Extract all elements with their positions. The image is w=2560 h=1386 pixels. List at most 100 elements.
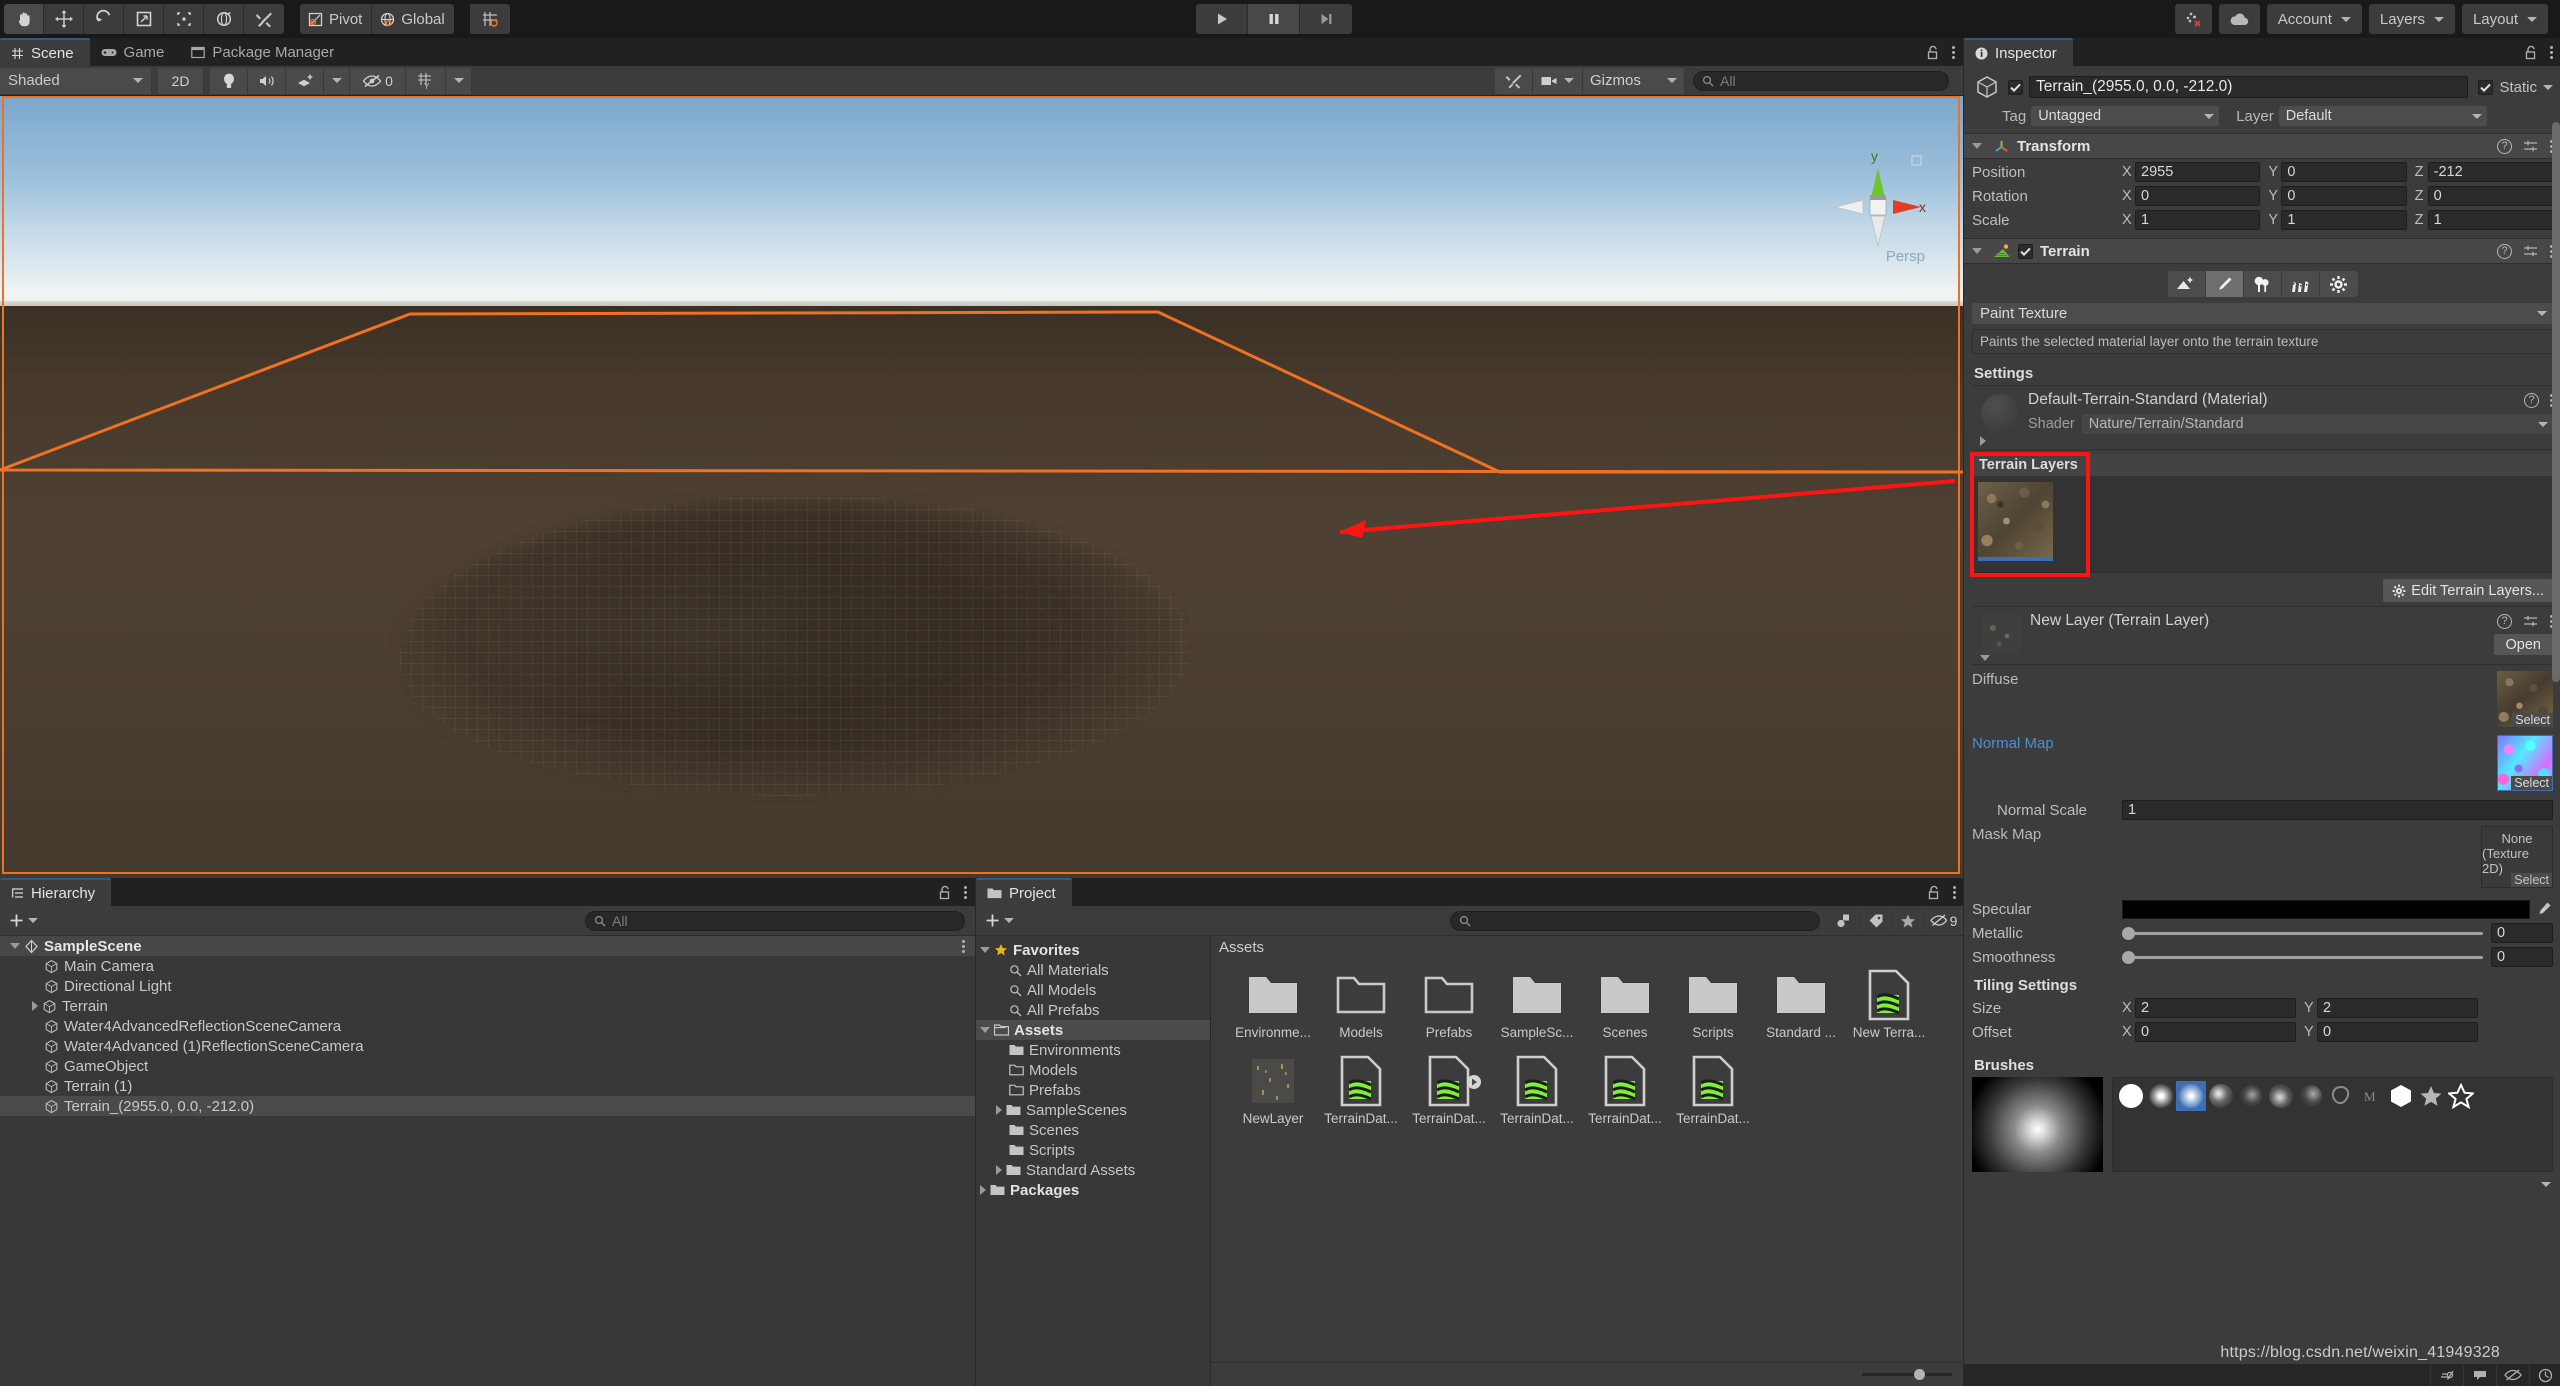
hierarchy-item-row[interactable]: Terrain bbox=[0, 996, 975, 1016]
hierarchy-item-row[interactable]: Water4AdvancedReflectionSceneCamera bbox=[0, 1016, 975, 1036]
scale-tool-icon[interactable] bbox=[124, 4, 164, 34]
rotate-tool-icon[interactable] bbox=[84, 4, 124, 34]
layers-button[interactable]: Layers bbox=[2368, 4, 2455, 34]
brush-option[interactable] bbox=[2326, 1081, 2356, 1111]
project-hidden-toggle[interactable]: 9 bbox=[1924, 909, 1964, 932]
project-add-button[interactable] bbox=[984, 912, 1014, 929]
terrain-component-header[interactable]: Terrain ? bbox=[1964, 238, 2560, 264]
asset-grid-item[interactable]: Models bbox=[1329, 968, 1393, 1040]
transform-z-input[interactable]: -212 bbox=[2427, 162, 2553, 182]
asset-grid-item[interactable]: Scenes bbox=[1593, 968, 1657, 1040]
tab-game[interactable]: Game bbox=[90, 38, 181, 66]
pivot-button[interactable]: Pivot bbox=[300, 4, 373, 34]
scene-grid-dropdown[interactable] bbox=[446, 67, 472, 94]
brush-option[interactable] bbox=[2206, 1081, 2236, 1111]
metallic-value-input[interactable]: 0 bbox=[2491, 923, 2553, 943]
asset-grid-item[interactable]: TerrainDat... bbox=[1500, 1054, 1574, 1126]
error-pause-icon[interactable] bbox=[2496, 1364, 2528, 1386]
inspector-panel-menu-icon[interactable] bbox=[2550, 45, 2553, 59]
preset-icon[interactable] bbox=[2523, 244, 2539, 259]
game-object-enabled-checkbox[interactable] bbox=[2008, 79, 2023, 95]
normal-scale-input[interactable]: 1 bbox=[2122, 800, 2553, 820]
collapse-triangle-icon[interactable] bbox=[1972, 143, 1982, 149]
hierarchy-panel-menu-icon[interactable] bbox=[964, 885, 967, 899]
project-tree-row[interactable]: All Materials bbox=[976, 960, 1210, 980]
asset-grid-item[interactable]: SampleSc... bbox=[1501, 968, 1573, 1040]
lock-open-icon[interactable] bbox=[2525, 45, 2538, 60]
eyedropper-icon[interactable] bbox=[2535, 900, 2553, 918]
project-tree-row[interactable]: All Prefabs bbox=[976, 1000, 1210, 1020]
thumbnail-size-slider[interactable] bbox=[1862, 1369, 1952, 1380]
project-tree-row[interactable]: Favorites bbox=[976, 940, 1210, 960]
pause-button[interactable] bbox=[1248, 4, 1300, 34]
terrain-settings-icon[interactable] bbox=[2319, 271, 2358, 297]
static-checkbox[interactable] bbox=[2478, 79, 2494, 95]
project-assets-area[interactable]: Assets Environme... Models Prefabs SampleSc… bbox=[1211, 936, 1964, 1386]
mask-select-label[interactable]: Select bbox=[2511, 873, 2552, 887]
brush-palette[interactable]: M bbox=[2112, 1077, 2553, 1172]
slider-knob[interactable] bbox=[1914, 1369, 1925, 1380]
toggle-2d-button[interactable]: 2D bbox=[158, 67, 204, 94]
transform-x-input[interactable]: 1 bbox=[2135, 210, 2261, 230]
scene-viewport[interactable]: y x Persp bbox=[0, 96, 1963, 878]
asset-grid-item[interactable]: TerrainDat... bbox=[1676, 1054, 1750, 1126]
project-tree-row[interactable]: Assets bbox=[976, 1020, 1210, 1040]
scene-row-menu-icon[interactable] bbox=[962, 939, 965, 953]
tab-scene[interactable]: Scene bbox=[0, 38, 90, 66]
hierarchy-search-input[interactable]: All bbox=[585, 910, 965, 931]
asset-grid-item[interactable]: Standard ... bbox=[1766, 968, 1836, 1040]
scene-audio-toggle[interactable] bbox=[248, 67, 286, 94]
collapse-log-icon[interactable] bbox=[2463, 1364, 2495, 1386]
collab-button[interactable] bbox=[2174, 4, 2212, 34]
shader-dropdown[interactable]: Nature/Terrain/Standard bbox=[2081, 414, 2553, 434]
layer-expand-triangle-icon[interactable] bbox=[1980, 655, 1990, 661]
help-icon[interactable]: ? bbox=[2497, 138, 2512, 154]
project-tree-row[interactable]: Prefabs bbox=[976, 1080, 1210, 1100]
terrain-paint-icon[interactable] bbox=[2205, 271, 2244, 297]
terrain-raise-lower-icon[interactable] bbox=[2167, 271, 2206, 297]
transform-z-input[interactable]: 1 bbox=[2427, 210, 2553, 230]
expand-triangle-icon[interactable] bbox=[980, 1185, 986, 1195]
lock-open-icon[interactable] bbox=[939, 885, 952, 900]
project-tree[interactable]: Favorites All Materials All Models All Pref… bbox=[976, 936, 1211, 1386]
size-y-input[interactable]: 2 bbox=[2317, 998, 2478, 1018]
rect-transform-tool-icon[interactable] bbox=[164, 4, 204, 34]
asset-grid-item[interactable]: Scripts bbox=[1681, 968, 1745, 1040]
asset-grid-item[interactable]: TerrainDat... bbox=[1412, 1054, 1486, 1126]
collapse-triangle-icon[interactable] bbox=[980, 947, 990, 953]
layer-dropdown[interactable]: Default bbox=[2278, 106, 2487, 126]
asset-grid-item[interactable]: TerrainDat... bbox=[1588, 1054, 1662, 1126]
tab-package-manager[interactable]: Package Manager bbox=[180, 38, 350, 66]
scene-panel-menu-icon[interactable] bbox=[1952, 45, 1955, 59]
terrain-trees-icon[interactable] bbox=[2243, 271, 2282, 297]
asset-grid[interactable]: Environme... Models Prefabs SampleSc... Scen… bbox=[1211, 958, 1964, 1140]
scene-lighting-toggle[interactable] bbox=[210, 67, 248, 94]
transform-component-header[interactable]: Transform ? bbox=[1964, 133, 2560, 159]
expand-triangle-icon[interactable] bbox=[996, 1105, 1002, 1115]
material-expand-triangle-icon[interactable] bbox=[1980, 436, 1986, 446]
collapse-triangle-icon[interactable] bbox=[1972, 248, 1982, 254]
brush-option[interactable] bbox=[2386, 1081, 2416, 1111]
preset-icon[interactable] bbox=[2523, 139, 2539, 154]
asset-grid-item[interactable]: Prefabs bbox=[1417, 968, 1481, 1040]
global-button[interactable]: Global bbox=[372, 4, 454, 34]
project-tree-row[interactable]: Environments bbox=[976, 1040, 1210, 1060]
normal-map-thumbnail[interactable]: Select bbox=[2497, 735, 2553, 791]
expand-triangle-icon[interactable] bbox=[32, 1001, 38, 1011]
chevron-down-icon[interactable] bbox=[2543, 84, 2553, 90]
terrain-layers-list[interactable] bbox=[1972, 476, 2553, 573]
tab-hierarchy[interactable]: Hierarchy bbox=[0, 878, 112, 906]
terrain-tool-dropdown[interactable]: Paint Texture bbox=[1972, 303, 2553, 324]
transform-z-input[interactable]: 0 bbox=[2427, 186, 2553, 206]
offset-x-input[interactable]: 0 bbox=[2135, 1022, 2296, 1042]
hierarchy-add-button[interactable] bbox=[8, 912, 38, 929]
smoothness-slider[interactable] bbox=[2122, 950, 2483, 964]
scene-fx-toggle[interactable] bbox=[286, 67, 324, 94]
project-tree-row[interactable]: SampleScenes bbox=[976, 1100, 1210, 1120]
filter-by-type-icon[interactable] bbox=[1828, 909, 1860, 932]
scene-search-input[interactable]: All bbox=[1693, 70, 1949, 91]
terrain-enabled-checkbox[interactable] bbox=[2018, 243, 2033, 259]
clear-on-play-icon[interactable] bbox=[2430, 1364, 2462, 1386]
grid-snapping-icon[interactable] bbox=[469, 4, 510, 34]
scene-visibility-toggle[interactable]: 0 bbox=[350, 67, 406, 94]
